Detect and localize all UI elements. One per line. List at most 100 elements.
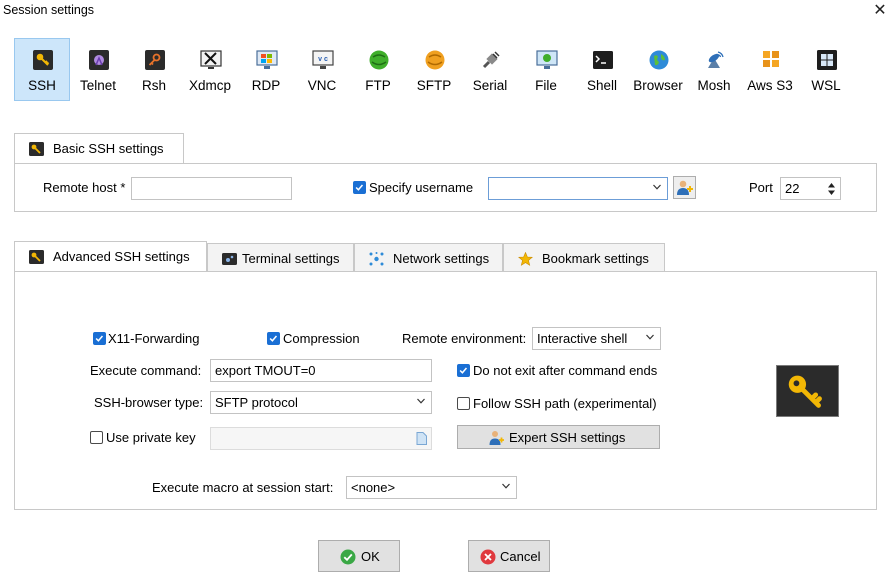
execute-command-input[interactable]: export TMOUT=0 — [210, 359, 432, 382]
file-icon — [536, 50, 558, 69]
advanced-settings-panel: X11-Forwarding Compression Remote enviro… — [14, 271, 877, 510]
protocol-rsh[interactable]: Rsh — [126, 38, 182, 101]
protocol-label: SSH — [28, 78, 56, 93]
sftp-icon — [425, 50, 445, 70]
protocol-label: FTP — [365, 78, 391, 93]
protocol-label: Browser — [633, 78, 683, 93]
protocol-label: Mosh — [697, 78, 731, 93]
use-private-key-checkbox[interactable] — [90, 431, 103, 444]
x11-forwarding-label: X11-Forwarding — [108, 331, 200, 346]
check-circle-icon — [340, 549, 356, 565]
port-value: 22 — [785, 181, 800, 196]
ssh-browser-type-label: SSH-browser type: — [94, 395, 204, 410]
chevron-down-icon — [653, 184, 661, 190]
protocol-serial[interactable]: Serial — [462, 38, 518, 101]
tab-network-settings[interactable]: Network settings — [354, 243, 503, 272]
mosh-icon — [708, 51, 724, 68]
tab-basic-ssh-settings[interactable]: Basic SSH settings — [14, 133, 184, 164]
svg-text:v c: v c — [318, 56, 328, 63]
ftp-icon — [369, 50, 389, 70]
chevron-down-icon — [502, 483, 510, 489]
protocol-rdp[interactable]: RDP — [238, 38, 294, 101]
protocol-label: File — [535, 78, 557, 93]
protocol-label: SFTP — [416, 78, 452, 93]
specify-username-checkbox[interactable] — [353, 181, 366, 194]
ok-button[interactable]: OK — [318, 540, 400, 572]
protocol-label: Xdmcp — [188, 78, 232, 93]
remote-host-input[interactable] — [131, 177, 292, 200]
compression-label: Compression — [283, 331, 360, 346]
remote-environment-select[interactable]: Interactive shell — [532, 327, 661, 350]
tab-label: Network settings — [393, 251, 490, 266]
ssh-icon — [33, 50, 53, 70]
macro-value: <none> — [351, 480, 396, 495]
protocol-file[interactable]: File — [518, 38, 574, 101]
tab-label: Basic SSH settings — [53, 141, 164, 156]
follow-ssh-path-label: Follow SSH path (experimental) — [473, 396, 657, 411]
specify-username-label: Specify username — [369, 180, 474, 195]
aws-s3-icon — [763, 51, 779, 67]
protocol-ftp[interactable]: FTP — [350, 38, 406, 101]
xdmcp-icon — [200, 50, 222, 69]
terminal-icon — [222, 253, 237, 265]
tab-label: Bookmark settings — [542, 251, 649, 266]
browser-icon — [649, 50, 669, 70]
file-browse-icon[interactable] — [416, 432, 427, 445]
wrench-icon — [29, 142, 44, 156]
close-icon[interactable]: ✕ — [870, 1, 890, 21]
rsh-icon — [145, 50, 165, 70]
protocol-browser[interactable]: Browser — [630, 38, 686, 101]
cancel-button[interactable]: Cancel — [468, 540, 550, 572]
x11-forwarding-checkbox[interactable] — [93, 332, 106, 345]
protocol-ssh[interactable]: SSH — [14, 38, 70, 101]
expert-ssh-settings-label: Expert SSH settings — [509, 430, 626, 445]
execute-command-label: Execute command: — [90, 363, 202, 378]
protocol-xdmcp[interactable]: Xdmcp — [182, 38, 238, 101]
protocol-wsl[interactable]: WSL — [798, 38, 854, 101]
protocol-toolbar: SSH Telnet Rsh Xdmcp RDP v c VNC FTP SFT… — [0, 22, 890, 122]
ssh-browser-type-select[interactable]: SFTP protocol — [210, 391, 432, 414]
chevron-down-icon — [646, 334, 654, 340]
protocol-sftp[interactable]: SFTP — [406, 38, 462, 101]
port-label: Port — [749, 180, 773, 195]
follow-ssh-path-checkbox[interactable] — [457, 397, 470, 410]
tab-advanced-ssh-settings[interactable]: Advanced SSH settings — [14, 241, 207, 272]
compression-checkbox[interactable] — [267, 332, 280, 345]
window-title: Session settings — [3, 3, 95, 17]
protocol-shell[interactable]: Shell — [574, 38, 630, 101]
expert-ssh-settings-button[interactable]: Expert SSH settings — [457, 425, 660, 449]
protocol-label: Shell — [586, 78, 618, 93]
protocol-label: VNC — [307, 78, 337, 93]
protocol-label: RDP — [251, 78, 281, 93]
protocol-label: Rsh — [141, 78, 166, 93]
tab-terminal-settings[interactable]: Terminal settings — [207, 243, 354, 272]
private-key-input[interactable] — [210, 427, 432, 450]
spinner-arrows-icon[interactable] — [827, 181, 836, 197]
username-dropdown[interactable] — [488, 177, 668, 200]
shell-icon — [593, 51, 613, 69]
macro-label: Execute macro at session start: — [152, 480, 334, 495]
user-manager-button[interactable] — [673, 176, 696, 199]
tab-bookmark-settings[interactable]: Bookmark settings — [503, 243, 665, 272]
port-spinner[interactable]: 22 — [780, 177, 841, 200]
vnc-icon: v c — [312, 50, 334, 69]
macro-select[interactable]: <none> — [346, 476, 517, 499]
ok-label: OK — [361, 549, 380, 564]
telnet-icon — [89, 50, 109, 70]
ssh-key-icon — [776, 365, 839, 417]
use-private-key-label: Use private key — [106, 430, 196, 445]
protocol-label: WSL — [811, 78, 841, 93]
rdp-icon — [256, 50, 278, 69]
serial-icon — [482, 51, 500, 69]
protocol-telnet[interactable]: Telnet — [70, 38, 126, 101]
tab-label: Terminal settings — [242, 251, 340, 266]
protocol-vnc[interactable]: v c VNC — [294, 38, 350, 101]
title-bar: Session settings ✕ — [0, 0, 890, 22]
remote-host-label: Remote host * — [43, 180, 126, 195]
protocol-mosh[interactable]: Mosh — [686, 38, 742, 101]
wrench-icon — [29, 250, 44, 264]
star-icon — [518, 252, 533, 266]
protocol-aws-s3[interactable]: Aws S3 — [742, 38, 798, 101]
do-not-exit-checkbox[interactable] — [457, 364, 470, 377]
wsl-icon — [817, 50, 837, 70]
